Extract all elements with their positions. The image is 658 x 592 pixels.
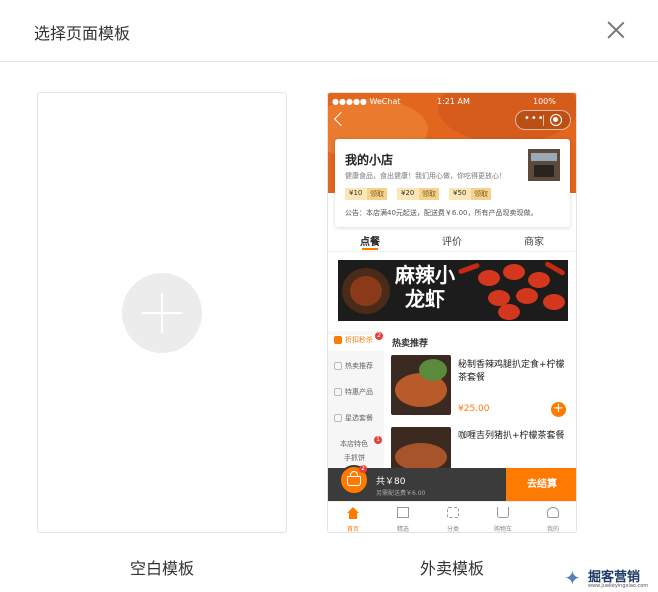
- tab-merchant: 商家: [524, 237, 544, 248]
- close-icon[interactable]: [604, 18, 628, 42]
- shop-description: 健康食品，食出健康！我们用心做，你吃得更放心！: [345, 172, 506, 180]
- more-dots-icon: •••: [524, 113, 545, 124]
- tab-underline: [362, 248, 378, 250]
- menu-capsule: •••: [515, 110, 571, 130]
- status-carrier: ●●●●● WeChat: [332, 97, 401, 106]
- nav-profile: 我的: [528, 502, 576, 532]
- takeout-template-label: 外卖模板: [419, 559, 484, 578]
- star-icon: ✦: [564, 566, 581, 590]
- takeout-template-card[interactable]: ●●●●● WeChat 1:21 AM 100% ••• 我的小店 健康食品，…: [327, 92, 577, 533]
- section-title: 热卖推荐: [392, 339, 429, 349]
- tab-order: 点餐: [360, 237, 380, 248]
- category-item: 热卖推荐: [328, 361, 384, 375]
- category-item: 本店特色 1: [328, 436, 384, 453]
- preview-tabs: 点餐 评价 商家: [328, 231, 576, 253]
- plus-icon: [122, 273, 202, 353]
- coupon: ¥50 领取: [449, 188, 491, 200]
- nav-category: 分类: [428, 502, 478, 532]
- cart-total: 共￥80: [376, 477, 406, 487]
- nav-home: 首页: [328, 502, 378, 532]
- status-time: 1:21 AM: [437, 97, 470, 106]
- nav-cart: 购物车: [478, 502, 528, 532]
- category-item: 手抓饼: [344, 454, 365, 462]
- dish-image: [391, 355, 451, 415]
- shop-notice: 公告：本店满40元起送，配送费￥6.00，所有产品现卖现做。: [345, 209, 538, 217]
- cart-badge: 2: [359, 465, 367, 473]
- tab-review: 评价: [442, 237, 462, 248]
- shop-name: 我的小店: [345, 153, 394, 167]
- blank-template-label: 空白模板: [129, 559, 194, 578]
- category-item: 星选套餐: [328, 413, 384, 427]
- cart-delivery-fee: 另需配送费￥6.00: [376, 490, 426, 497]
- dish-image: [391, 427, 451, 469]
- bottom-nav: 首页 精选 分类 购物车 我的: [328, 501, 576, 532]
- dish-name: 咖喱吉列猪扒+柠檬茶套餐: [458, 431, 565, 441]
- dish-price: ¥25.00: [458, 404, 490, 414]
- category-item: 特惠产品: [328, 387, 384, 401]
- dialog-header: 选择页面模板: [0, 0, 658, 62]
- cart-bar: 2 共￥80 另需配送费￥6.00 去结算: [328, 465, 576, 501]
- grid-icon: [447, 507, 459, 518]
- shop-thumbnail: [528, 149, 560, 181]
- close-circle-icon: [550, 114, 562, 126]
- checkout-button: 去结算: [506, 468, 576, 501]
- dish-name: 秘制香辣鸡腿扒定食+柠檬茶套餐: [458, 360, 565, 383]
- category-item: 折扣秒杀 2: [328, 332, 384, 351]
- gift-icon: [397, 507, 409, 518]
- shop-card: 我的小店 健康食品，食出健康！我们用心做，你吃得更放心！ ¥10 领取 ¥20 …: [335, 139, 570, 227]
- nav-featured: 精选: [378, 502, 428, 532]
- promo-banner: 麻辣小龙虾: [338, 260, 568, 321]
- user-icon: [547, 507, 559, 518]
- coupon: ¥10 领取: [345, 188, 387, 200]
- dialog-title: 选择页面模板: [34, 24, 131, 43]
- add-to-cart-button: +: [551, 402, 566, 417]
- status-battery: 100%: [533, 97, 556, 106]
- blank-template-card[interactable]: [37, 92, 287, 533]
- watermark-url: www.juekeyingxiao.com: [588, 583, 649, 589]
- status-bar: ●●●●● WeChat 1:21 AM 100%: [328, 95, 576, 109]
- watermark-logo: ✦ 掘客营销 www.juekeyingxiao.com: [562, 565, 658, 592]
- banner-text: 麻辣小龙虾: [395, 263, 455, 311]
- coupon: ¥20 领取: [397, 188, 439, 200]
- cart-icon: [497, 507, 509, 518]
- category-sidebar: 折扣秒杀 2 热卖推荐 特惠产品 星选套餐 本店特色 1 手抓饼: [328, 331, 384, 468]
